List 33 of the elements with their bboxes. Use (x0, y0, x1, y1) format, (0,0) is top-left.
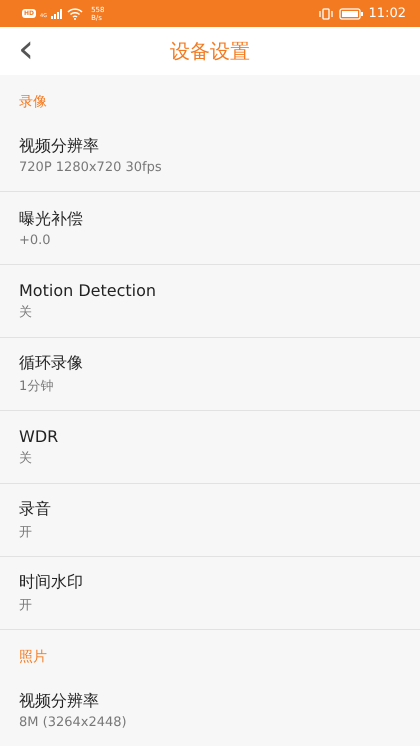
settings-row[interactable]: WDR 关 (0, 411, 420, 484)
setting-value: 开 (19, 597, 33, 614)
section-title: 照片 (18, 648, 48, 667)
signal-icon (51, 8, 64, 18)
vibrate-icon (318, 8, 333, 20)
setting-label: 曝光补偿 (19, 208, 84, 230)
settings-row[interactable]: 视频分辨率 8M (3264x2448) (0, 674, 420, 746)
setting-label: 录音 (19, 499, 52, 520)
settings-row[interactable]: Motion Detection 关 (0, 265, 420, 338)
clock-time: 11:02 (368, 6, 406, 21)
setting-label: 视频分辨率 (19, 690, 100, 712)
setting-value: 关 (19, 304, 33, 321)
setting-label: 时间水印 (19, 572, 84, 593)
wifi-icon (67, 8, 84, 20)
battery-icon (338, 8, 363, 20)
setting-label: WDR (19, 427, 60, 446)
setting-value: 8M (3264x2448) (19, 714, 128, 730)
setting-value: 关 (19, 450, 33, 467)
section-title: 录像 (18, 93, 48, 112)
setting-value: 1分钟 (19, 378, 54, 395)
back-button[interactable]: ‹ (12, 33, 40, 65)
settings-row[interactable]: 视频分辨率 720P 1280x720 30fps (0, 119, 420, 192)
setting-value: +0.0 (19, 232, 52, 248)
setting-value: 720P 1280x720 30fps (19, 160, 163, 174)
settings-row[interactable]: 曝光补偿 +0.0 (0, 192, 420, 265)
setting-label: 循环录像 (19, 353, 84, 374)
setting-label: Motion Detection (19, 281, 158, 300)
settings-row[interactable]: 录音 开 (0, 484, 420, 557)
settings-row[interactable]: 循环录像 1分钟 (0, 338, 420, 411)
setting-value: 开 (19, 524, 33, 541)
setting-label: 视频分辨率 (19, 136, 100, 156)
settings-row[interactable]: 时间水印 开 (0, 557, 420, 630)
page-title: 设备设置 (170, 38, 250, 64)
